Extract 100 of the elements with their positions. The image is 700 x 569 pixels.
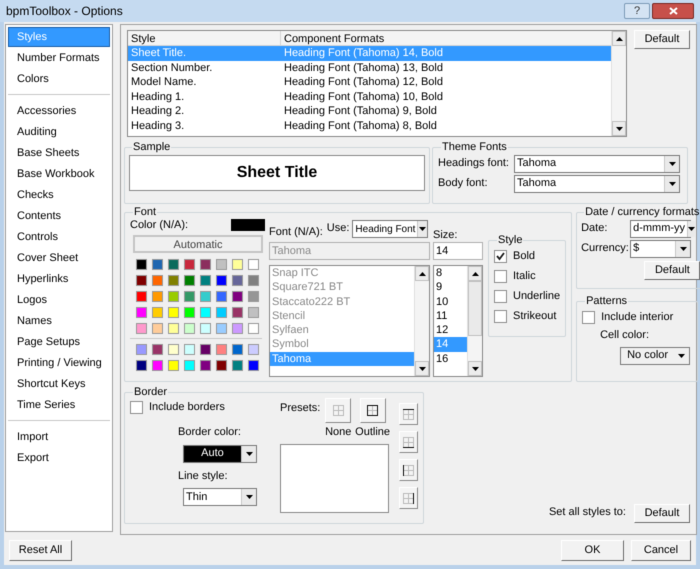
color-swatch[interactable] [248,290,259,302]
column-header[interactable]: Style [128,31,281,45]
column-header[interactable]: Component Formats [281,31,611,45]
color-swatch[interactable] [136,306,147,318]
help-button[interactable]: ? [624,3,650,19]
color-swatch[interactable] [184,290,195,302]
cancel-button[interactable]: Cancel [631,540,691,560]
list-item[interactable]: 8 [434,266,467,280]
color-swatch[interactable] [200,290,211,302]
use-dropdown[interactable]: Heading Font [352,220,428,238]
color-swatch[interactable] [152,274,163,286]
color-swatch[interactable] [248,306,259,318]
border-color-dropdown[interactable]: Auto [183,444,257,462]
color-swatch[interactable] [184,360,195,370]
color-swatch[interactable] [136,360,147,370]
sidebar-item[interactable]: Base Workbook [8,164,110,184]
default-button[interactable]: Default [644,261,700,280]
sidebar-item[interactable]: Import [8,427,110,447]
default-button[interactable]: Default [634,504,690,523]
table-row[interactable]: Model Name. Heading Font (Tahoma) 12, Bold [128,75,611,90]
sidebar-item[interactable]: Time Series [8,395,110,415]
color-swatch[interactable] [232,274,243,286]
color-swatch[interactable] [136,322,147,334]
color-swatch[interactable] [136,344,147,354]
sidebar-item[interactable]: Export [8,448,110,468]
color-swatch[interactable] [136,274,147,286]
sidebar-item[interactable]: Cover Sheet [8,248,110,268]
border-side-button[interactable] [399,403,418,425]
color-swatch[interactable] [136,290,147,302]
automatic-button[interactable]: Automatic [133,235,263,253]
border-side-button[interactable] [399,487,418,509]
sidebar-item[interactable]: Controls [8,227,110,247]
sidebar-item[interactable]: Shortcut Keys [8,374,110,394]
list-item[interactable]: 12 [434,323,467,338]
checkbox[interactable] [494,310,507,322]
color-swatch[interactable] [152,360,163,370]
default-button[interactable]: Default [634,30,690,49]
line-style-dropdown[interactable]: Thin [183,488,257,506]
color-swatch[interactable] [232,258,243,270]
sidebar-item[interactable]: Base Sheets [8,143,110,163]
checkbox[interactable] [494,290,507,302]
color-swatch[interactable] [184,344,195,354]
color-swatch[interactable] [168,258,179,270]
color-swatch[interactable] [232,322,243,334]
checkbox[interactable] [582,310,596,324]
color-swatch[interactable] [200,258,211,270]
color-swatch[interactable] [152,306,163,318]
scrollbar[interactable] [414,266,429,376]
sidebar-item[interactable]: Auditing [8,122,110,142]
color-swatch[interactable] [152,290,163,302]
font-dropdown[interactable]: Tahoma [514,174,680,192]
sidebar-item[interactable]: Hyperlinks [8,269,110,289]
color-swatch[interactable] [216,258,227,270]
sidebar-item[interactable]: Number Formats [8,48,110,68]
scrollbar[interactable] [611,31,626,136]
color-swatch[interactable] [232,360,243,370]
cell-color-dropdown[interactable]: No color [620,346,690,364]
sidebar-item[interactable]: Names [8,311,110,331]
sidebar-item[interactable]: Colors [8,69,110,89]
checkbox[interactable] [130,400,143,414]
color-swatch[interactable] [216,274,227,286]
color-swatch[interactable] [232,306,243,318]
size-field[interactable]: 14 [433,242,483,260]
color-swatch[interactable] [231,219,265,231]
list-item[interactable]: 10 [434,294,467,309]
border-side-button[interactable] [399,431,418,453]
sidebar-item[interactable]: Printing / Viewing [8,353,110,373]
color-swatch[interactable] [168,290,179,302]
table-row[interactable]: Heading 1. Heading Font (Tahoma) 10, Bold [128,90,611,104]
color-swatch[interactable] [216,344,227,354]
color-swatch[interactable] [152,344,163,354]
color-swatch[interactable] [168,306,179,318]
color-swatch[interactable] [152,258,163,270]
close-button[interactable] [652,3,694,19]
color-swatch[interactable] [200,360,211,370]
list-item[interactable]: 9 [434,280,467,295]
sidebar-item[interactable]: Page Setups [8,332,110,352]
color-swatch[interactable] [168,274,179,286]
color-swatch[interactable] [184,258,195,270]
table-row[interactable]: Section Number. Heading Font (Tahoma) 13, Bold [128,60,611,75]
scrollbar[interactable] [467,266,482,376]
color-swatch[interactable] [248,274,259,286]
color-swatch[interactable] [168,360,179,370]
color-swatch[interactable] [200,274,211,286]
border-side-button[interactable] [399,459,418,481]
ok-button[interactable]: OK [561,540,624,560]
reset-all-button[interactable]: Reset All [9,540,72,560]
list-item[interactable]: 16 [434,352,467,366]
sidebar-item[interactable]: Logos [8,290,110,310]
table-row[interactable]: Heading 2. Heading Font (Tahoma) 9, Bold [128,104,611,118]
sidebar-item[interactable]: Accessories [8,101,110,121]
color-swatch[interactable] [184,274,195,286]
color-swatch[interactable] [200,344,211,354]
checkbox[interactable] [494,250,507,262]
color-swatch[interactable] [216,290,227,302]
color-swatch[interactable] [232,290,243,302]
color-swatch[interactable] [232,344,243,354]
color-swatch[interactable] [200,306,211,318]
color-swatch[interactable] [168,344,179,354]
color-swatch[interactable] [184,306,195,318]
